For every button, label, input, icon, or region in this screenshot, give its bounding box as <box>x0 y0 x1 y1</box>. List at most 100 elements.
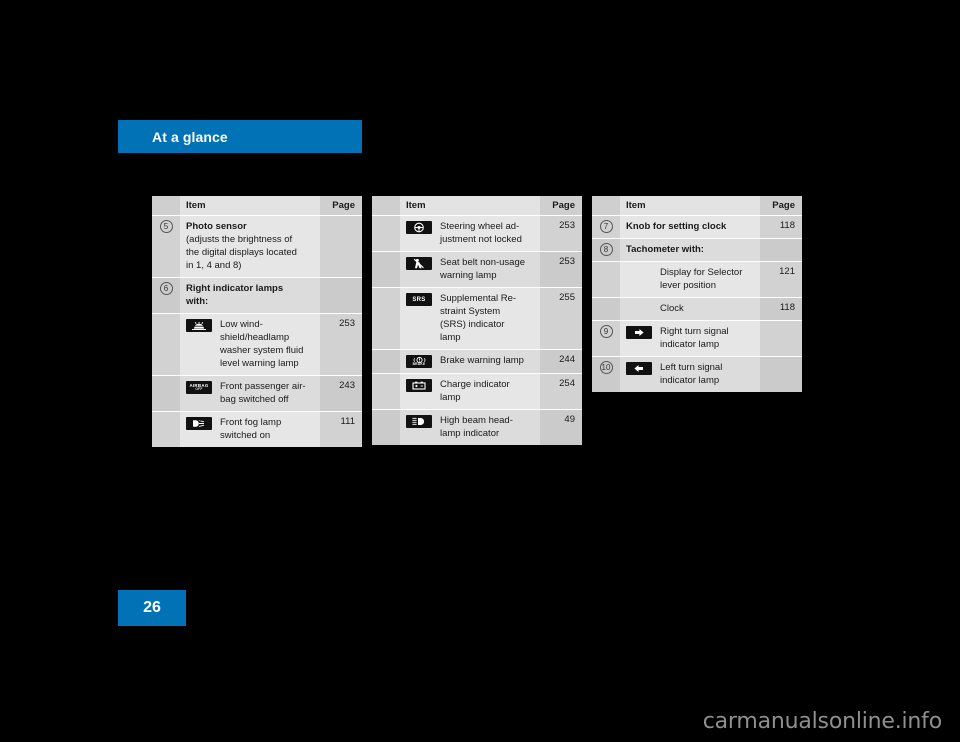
right-turn-signal-icon <box>626 326 652 339</box>
icon-cell <box>406 256 440 270</box>
item-text-line: lamp indicator <box>440 428 500 439</box>
header-index-cell <box>372 196 400 215</box>
row-item-cell: Front fog lamp switched on <box>180 412 320 447</box>
page-number-tab: 26 <box>118 590 186 626</box>
table-row: 8 Tachometer with: <box>592 238 802 261</box>
item-text-line: Front passenger air- <box>220 381 306 392</box>
row-page-cell: 244 <box>540 350 582 373</box>
row-item-cell: Seat belt non-usage warning lamp <box>400 252 540 287</box>
table-row: 5 Photo sensor (adjusts the brightness of t… <box>152 215 362 277</box>
left-turn-signal-icon <box>626 362 652 375</box>
item-text: Low wind-shield/headlamp washer system fl… <box>220 318 316 370</box>
item-text-line: Seat belt non-usage <box>440 257 526 268</box>
row-item-cell: Display for Selector lever position <box>620 262 760 297</box>
row-item-cell: Left turn signal indicator lamp <box>620 357 760 392</box>
row-index-cell <box>372 350 400 373</box>
item-text: Front passenger air-bag switched off <box>220 380 316 406</box>
steering-wheel-icon <box>406 221 432 234</box>
item-text-line: lamp <box>440 332 461 343</box>
header-index-cell <box>152 196 180 215</box>
column-header-item: Item <box>620 196 760 215</box>
row-index-cell: 6 <box>152 278 180 313</box>
item-text: Right turn signal indicator lamp <box>660 325 756 351</box>
item-text-line: lever position <box>660 280 716 291</box>
row-item-cell: Steering wheel ad-justment not locked <box>400 216 540 251</box>
item-text-line: level warning lamp <box>220 358 299 369</box>
circled-number-9: 9 <box>599 325 613 338</box>
table-row: Charge indicator lamp 254 <box>372 373 582 409</box>
table-row: AIRBAG OFF Front passenger air-bag switche… <box>152 375 362 411</box>
item-text-bold: Tachometer with: <box>626 244 704 255</box>
row-page-cell <box>760 357 802 392</box>
row-item-cell: SRS Supplemental Re-straint System (SRS) i… <box>400 288 540 349</box>
brake-warning-icon: BRAKE <box>406 355 432 368</box>
icon-cell <box>186 318 220 332</box>
row-item-cell: Charge indicator lamp <box>400 374 540 409</box>
row-page-cell: 243 <box>320 376 362 411</box>
table-row: 10 Left turn signal indicator lamp <box>592 356 802 392</box>
page-title: At a glance <box>152 129 228 145</box>
row-index-cell: 7 <box>592 216 620 238</box>
row-page-cell <box>320 216 362 277</box>
item-text-line: Display for Selector <box>660 267 743 278</box>
row-item-cell: Low wind-shield/headlamp washer system fl… <box>180 314 320 375</box>
watermark: carmanualsonline.info <box>702 709 942 734</box>
item-text-line: bag switched off <box>220 394 289 405</box>
item-text-line: shield/headlamp <box>220 332 290 343</box>
row-index-cell: 5 <box>152 216 180 277</box>
icon-cell <box>626 361 660 375</box>
icon-cell: SRS <box>406 292 440 306</box>
row-item-cell: Right indicator lamps with: <box>180 278 320 313</box>
item-text-line: Front fog lamp <box>220 417 282 428</box>
item-text-line: Supplemental Re- <box>440 293 517 304</box>
item-text-line: in 1, 4 and 8) <box>186 260 242 271</box>
icon-cell <box>406 378 440 392</box>
row-index-cell <box>152 412 180 447</box>
item-text-line: Clock <box>660 303 684 314</box>
row-index-cell <box>592 298 620 320</box>
item-text-line: Steering wheel ad- <box>440 221 520 232</box>
row-index-cell <box>372 252 400 287</box>
item-text: High beam head-lamp indicator <box>440 414 536 440</box>
table-row: BRAKE Brake warning lamp 244 <box>372 349 582 373</box>
item-text: Charge indicator lamp <box>440 378 536 404</box>
column-header-item: Item <box>400 196 540 215</box>
row-page-cell: 49 <box>540 410 582 445</box>
item-text-line: Right turn signal <box>660 326 729 337</box>
item-text-line: Left turn signal <box>660 362 723 373</box>
item-text-line: High beam head- <box>440 415 513 426</box>
row-page-cell: 121 <box>760 262 802 297</box>
row-page-cell <box>760 239 802 261</box>
column-header-page: Page <box>320 196 362 215</box>
table-header-row: Item Page <box>372 196 582 215</box>
icon-cell: BRAKE <box>406 354 440 368</box>
table-row: Front fog lamp switched on 111 <box>152 411 362 447</box>
high-beam-icon <box>406 415 432 428</box>
srs-icon: SRS <box>406 293 432 306</box>
row-index-cell <box>372 288 400 349</box>
header-index-cell <box>592 196 620 215</box>
table-row: 6 Right indicator lamps with: <box>152 277 362 313</box>
table-row: Steering wheel ad-justment not locked 253 <box>372 215 582 251</box>
item-text-line: indicator lamp <box>660 339 720 350</box>
row-item-cell: Knob for setting clock <box>620 216 760 238</box>
item-text-line: Brake warning lamp <box>440 355 524 366</box>
row-item-cell: Tachometer with: <box>620 239 760 261</box>
table-row: 9 Right turn signal indicator lamp <box>592 320 802 356</box>
icon-cell: AIRBAG OFF <box>186 380 220 394</box>
row-index-cell <box>152 314 180 375</box>
row-item-cell: Clock <box>620 298 760 320</box>
table-row: 7 Knob for setting clock 118 <box>592 215 802 238</box>
table-header-row: Item Page <box>152 196 362 215</box>
row-page-cell <box>760 321 802 356</box>
page-number: 26 <box>143 599 161 616</box>
item-text: Steering wheel ad-justment not locked <box>440 220 536 246</box>
row-page-cell <box>320 278 362 313</box>
manual-page: At a glance 26 Item Page 5 Photo sensor (adj… <box>0 0 960 742</box>
item-text-line: Low wind- <box>220 319 263 330</box>
row-item-cell: Photo sensor (adjusts the brightness of th… <box>180 216 320 277</box>
circled-number-10: 10 <box>599 361 613 374</box>
row-item-cell: Right turn signal indicator lamp <box>620 321 760 356</box>
item-text-line: straint System <box>440 306 501 317</box>
seat-belt-icon <box>406 257 432 270</box>
